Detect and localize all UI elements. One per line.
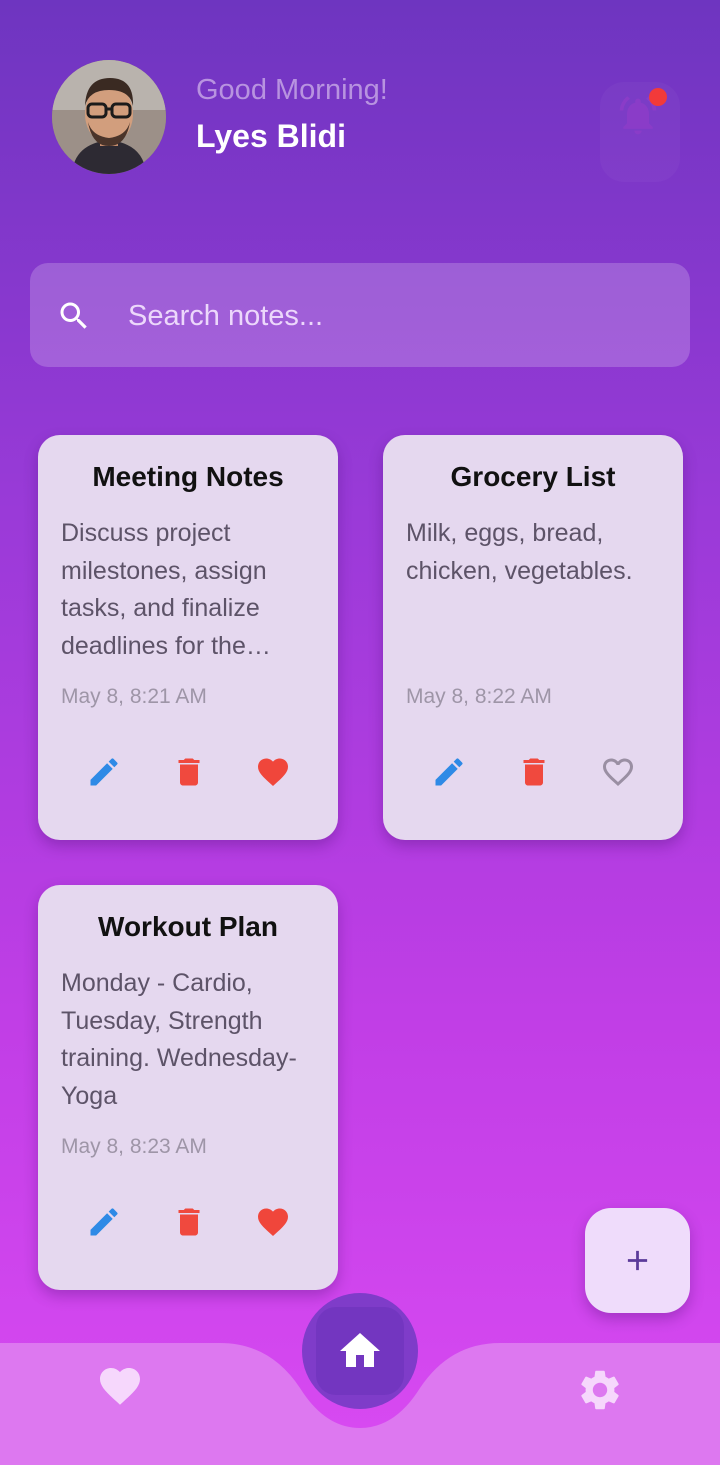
note-card[interactable]: Workout Plan Monday - Cardio, Tuesday, S… [38,885,338,1290]
avatar[interactable] [52,60,166,174]
heart-outline-icon[interactable] [600,754,636,790]
note-card[interactable]: Meeting Notes Discuss project milestones… [38,435,338,840]
pencil-icon[interactable] [431,754,467,790]
heart-icon[interactable] [255,754,291,790]
search-icon [60,302,87,329]
trash-icon[interactable] [171,1204,207,1240]
note-body: Milk, eggs, bread, chicken, vegetables. [406,519,633,585]
plus-icon [627,1250,648,1271]
greeting-text: Good Morning! [196,74,388,106]
note-body: Discuss project milestones, assign tasks… [61,519,267,660]
note-title: Workout Plan [98,911,278,942]
notification-badge [649,88,667,106]
pencil-icon[interactable] [86,754,122,790]
gear-icon[interactable] [576,1366,624,1414]
note-title: Meeting Notes [92,461,284,492]
note-card[interactable]: Grocery List Milk, eggs, bread, chicken,… [383,435,683,840]
note-title: Grocery List [450,461,616,492]
heart-icon[interactable] [255,1204,291,1240]
home-icon[interactable] [336,1329,384,1373]
note-date: May 8, 8:21 AM [61,685,207,708]
note-body: Monday - Cardio, Tuesday, Strength train… [61,969,297,1110]
username: Lyes Blidi [196,118,346,154]
note-date: May 8, 8:22 AM [406,685,552,708]
trash-icon[interactable] [516,754,552,790]
note-date: May 8, 8:23 AM [61,1135,207,1158]
pencil-icon[interactable] [86,1204,122,1240]
nav-favorites-heart-icon[interactable] [96,1366,144,1410]
trash-icon[interactable] [171,754,207,790]
search-input[interactable] [128,296,648,336]
